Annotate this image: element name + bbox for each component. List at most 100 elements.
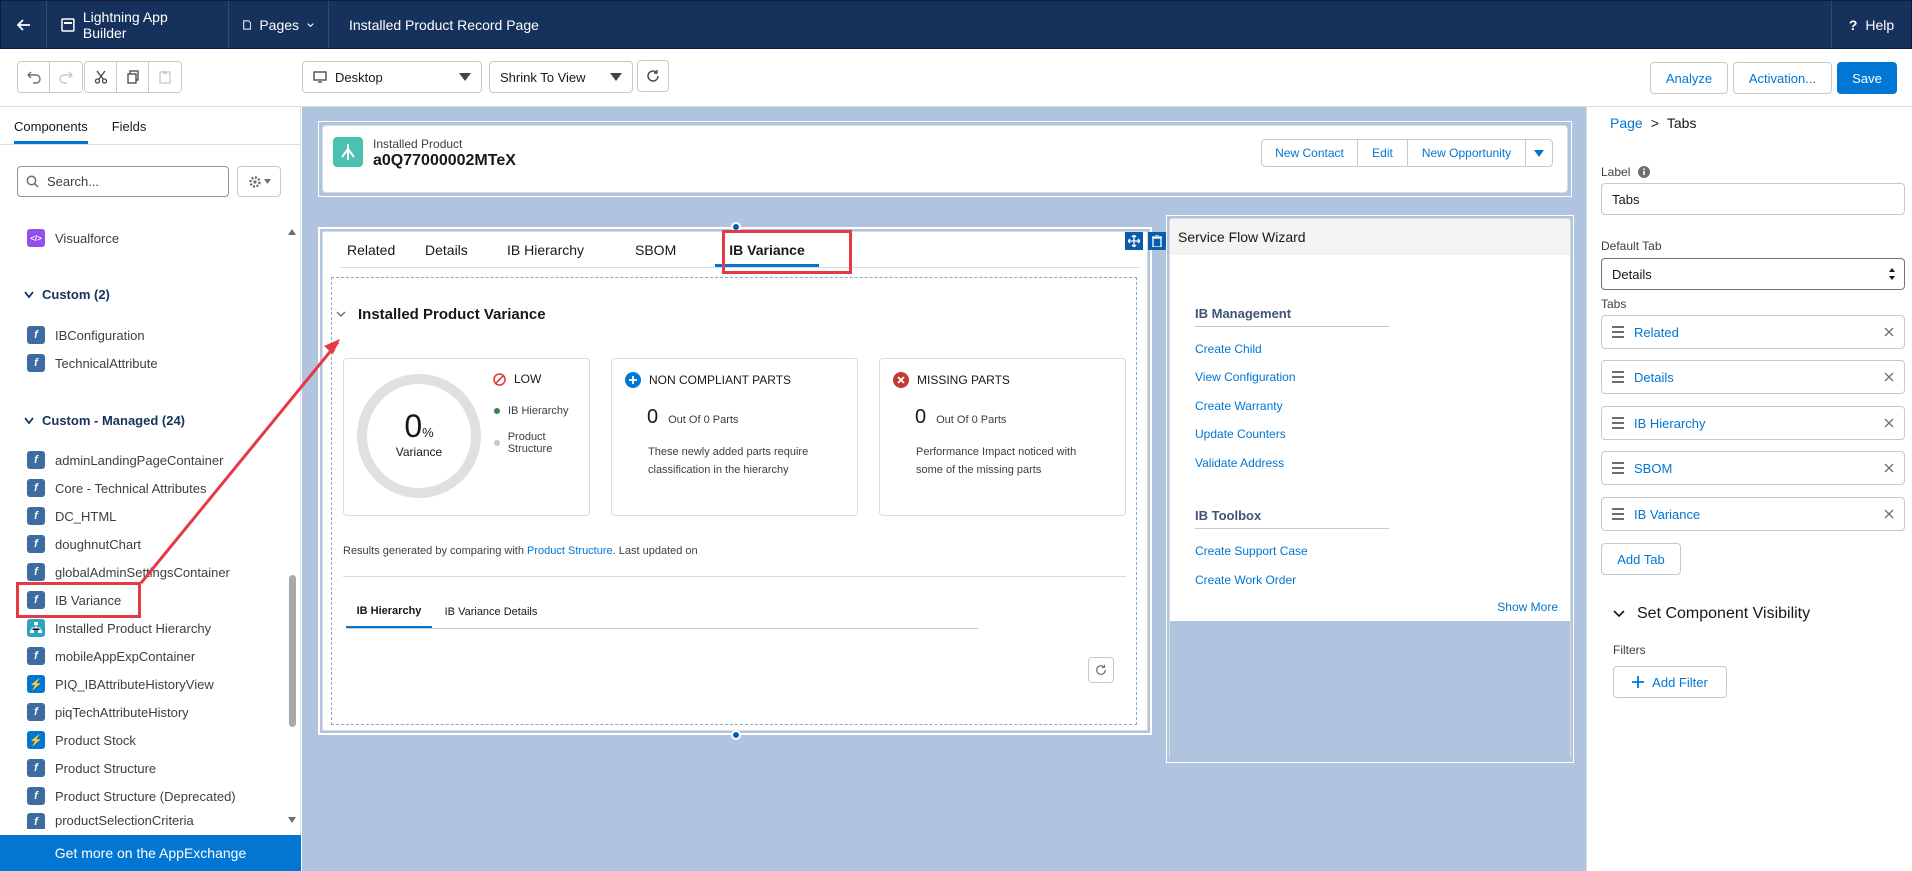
scroll-up-icon[interactable]: [288, 229, 296, 235]
lightning-component-icon: f: [27, 759, 45, 777]
tab-row-label: Details: [1634, 369, 1674, 385]
component-installed-product-hierarchy[interactable]: Installed Product Hierarchy: [27, 617, 211, 639]
analyze-button[interactable]: Analyze: [1650, 62, 1728, 94]
product-structure-link[interactable]: Product Structure: [527, 545, 613, 557]
component-piqtechattributehistory[interactable]: f piqTechAttributeHistory: [27, 701, 189, 723]
scroll-down-icon[interactable]: [288, 817, 296, 823]
tab-components[interactable]: Components: [14, 119, 88, 144]
component-core-technical-attributes[interactable]: f Core - Technical Attributes: [27, 477, 207, 499]
update-counters-link[interactable]: Update Counters: [1195, 427, 1286, 441]
delete-icon[interactable]: [1148, 232, 1166, 250]
label-input[interactable]: Tabs: [1601, 183, 1905, 215]
default-tab-select[interactable]: Details: [1601, 258, 1905, 290]
create-child-link[interactable]: Create Child: [1195, 342, 1262, 356]
drag-handle-icon[interactable]: [1612, 417, 1624, 429]
resize-handle-bottom[interactable]: [731, 730, 741, 740]
wizard-region[interactable]: Service Flow Wizard IB Management Create…: [1166, 215, 1574, 763]
lightning-component-icon: f: [27, 813, 45, 829]
settings-menu-button[interactable]: [237, 166, 281, 197]
tab-details[interactable]: Details: [421, 232, 503, 267]
create-work-order-link[interactable]: Create Work Order: [1195, 573, 1296, 587]
component-doughnutchart[interactable]: f doughnutChart: [27, 533, 141, 555]
section-title: Installed Product Variance: [358, 306, 546, 323]
variance-section-header[interactable]: Installed Product Variance: [336, 306, 546, 323]
ban-icon: [493, 372, 506, 386]
visualforce-icon: </>: [27, 229, 45, 247]
group-custom-managed[interactable]: Custom - Managed (24): [24, 413, 185, 428]
more-actions-button[interactable]: [1526, 140, 1552, 166]
tab-related[interactable]: Related: [341, 232, 421, 267]
group-label: Custom (2): [42, 287, 110, 302]
panel-tabs: Components Fields: [0, 107, 300, 145]
tab-sbom[interactable]: SBOM: [627, 232, 697, 267]
info-icon[interactable]: [1638, 166, 1651, 178]
component-ibconfiguration[interactable]: f IBConfiguration: [27, 324, 145, 346]
component-product-structure-deprecated[interactable]: f Product Structure (Deprecated): [27, 785, 236, 807]
cut-button[interactable]: [85, 62, 117, 92]
pages-menu[interactable]: Pages: [229, 1, 329, 48]
appexchange-link[interactable]: Get more on the AppExchange: [0, 835, 301, 871]
component-product-stock[interactable]: ⚡ Product Stock: [27, 729, 136, 751]
component-technicalattribute[interactable]: f TechnicalAttribute: [27, 352, 158, 374]
component-search-input[interactable]: Search...: [17, 166, 229, 197]
component-product-structure[interactable]: f Product Structure: [27, 757, 156, 779]
drag-handle-icon[interactable]: [1612, 508, 1624, 520]
add-tab-button[interactable]: Add Tab: [1601, 543, 1681, 575]
tab-row-ib-variance[interactable]: IB Variance: [1601, 497, 1905, 531]
zoom-select[interactable]: Shrink To View: [489, 61, 633, 93]
edit-button[interactable]: Edit: [1358, 140, 1408, 166]
tab-fields[interactable]: Fields: [112, 119, 147, 144]
visibility-section-header[interactable]: Set Component Visibility: [1613, 605, 1810, 623]
breadcrumb-page-link[interactable]: Page: [1610, 115, 1643, 131]
tab-row-related[interactable]: Related: [1601, 315, 1905, 349]
refresh-button[interactable]: [637, 60, 669, 92]
show-more-link[interactable]: Show More: [1497, 600, 1558, 614]
save-button[interactable]: Save: [1837, 62, 1897, 94]
device-select[interactable]: Desktop: [302, 61, 482, 93]
back-button[interactable]: [1, 1, 47, 48]
description-line: Performance Impact noticed with: [916, 446, 1077, 458]
tab-row-ib-hierarchy[interactable]: IB Hierarchy: [1601, 406, 1905, 440]
component-productselectioncriteria[interactable]: f productSelectionCriteria: [27, 813, 194, 829]
tabs-component-region[interactable]: Related Details IB Hierarchy SBOM IB Var…: [318, 227, 1166, 735]
drag-handle-icon[interactable]: [1612, 371, 1624, 383]
move-icon[interactable]: [1125, 232, 1143, 250]
validate-address-link[interactable]: Validate Address: [1195, 456, 1284, 470]
close-icon[interactable]: [1884, 463, 1894, 473]
component-adminlandingpagecontainer[interactable]: f adminLandingPageContainer: [27, 449, 223, 471]
close-icon[interactable]: [1884, 509, 1894, 519]
tab-ib-hierarchy[interactable]: IB Hierarchy: [503, 232, 627, 267]
subtab-ib-variance-details[interactable]: IB Variance Details: [432, 595, 550, 628]
tab-row-details[interactable]: Details: [1601, 360, 1905, 394]
add-filter-button[interactable]: Add Filter: [1613, 666, 1727, 698]
redo-button[interactable]: [50, 62, 82, 92]
close-icon[interactable]: [1884, 372, 1894, 382]
activation-button[interactable]: Activation...: [1733, 62, 1832, 94]
record-header-region[interactable]: Installed Product a0Q77000002MTeX New Co…: [318, 121, 1572, 197]
scrollbar-thumb[interactable]: [289, 575, 296, 727]
group-custom[interactable]: Custom (2): [24, 287, 110, 302]
component-globaladminsettingscontainer[interactable]: f globalAdminSettingsContainer: [27, 561, 230, 583]
close-icon[interactable]: [1884, 327, 1894, 337]
view-configuration-link[interactable]: View Configuration: [1195, 370, 1296, 384]
undo-button[interactable]: [18, 62, 50, 92]
refresh-grid-button[interactable]: [1088, 657, 1114, 683]
create-support-case-link[interactable]: Create Support Case: [1195, 544, 1308, 558]
subtab-ib-hierarchy[interactable]: IB Hierarchy: [346, 595, 432, 628]
tab-row-sbom[interactable]: SBOM: [1601, 451, 1905, 485]
component-visualforce[interactable]: </> Visualforce: [27, 227, 119, 249]
drag-handle-icon[interactable]: [1612, 462, 1624, 474]
help-button[interactable]: ? Help: [1831, 1, 1911, 48]
component-dc-html[interactable]: f DC_HTML: [27, 505, 116, 527]
new-opportunity-button[interactable]: New Opportunity: [1408, 140, 1526, 166]
close-icon[interactable]: [1884, 418, 1894, 428]
component-piq-ibattributehistoryview[interactable]: ⚡ PIQ_IBAttributeHistoryView: [27, 673, 214, 695]
drag-handle-icon[interactable]: [1612, 326, 1624, 338]
new-contact-button[interactable]: New Contact: [1262, 140, 1358, 166]
component-mobileappexpcontainer[interactable]: f mobileAppExpContainer: [27, 645, 195, 667]
copy-button[interactable]: [117, 62, 149, 92]
create-warranty-link[interactable]: Create Warranty: [1195, 399, 1283, 413]
ib-variance-component[interactable]: Installed Product Variance 0% Variance L…: [331, 277, 1137, 725]
page-title: Installed Product Record Page: [349, 16, 539, 33]
paste-button[interactable]: [149, 62, 181, 92]
